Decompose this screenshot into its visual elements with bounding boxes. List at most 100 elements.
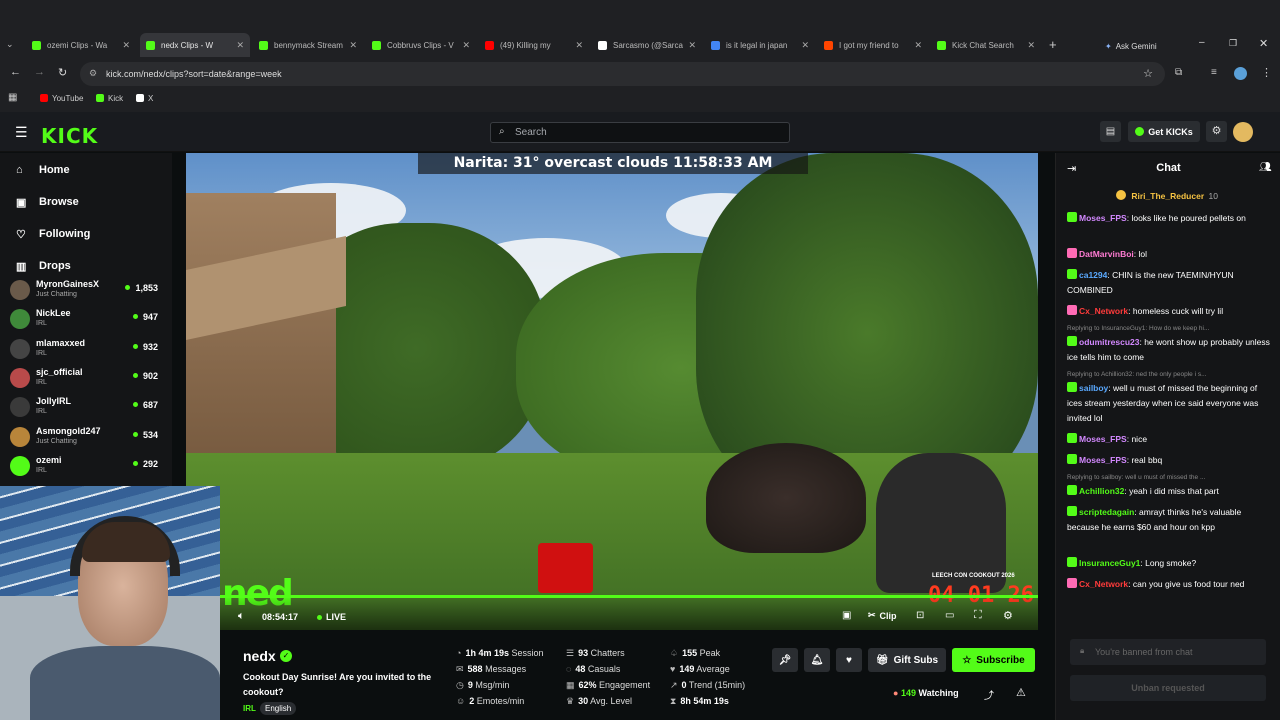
browser-tab[interactable]: I got my friend to ✕ xyxy=(818,33,928,57)
chat-message[interactable]: sailboy: well u must of missed the begin… xyxy=(1067,381,1272,426)
gift-subs-button[interactable]: 🎁︎ Gift Subs xyxy=(868,648,946,672)
followed-channel[interactable]: sjc_official IRL 902 xyxy=(10,365,165,391)
chat-username[interactable]: InsuranceGuy1 xyxy=(1079,558,1140,568)
reload-button[interactable]: ↻ xyxy=(58,66,67,79)
new-tab-button[interactable]: + xyxy=(1049,37,1057,52)
close-tab-icon[interactable]: ✕ xyxy=(1027,40,1035,51)
extensions-icon[interactable]: ⧉ xyxy=(1175,67,1182,78)
close-tab-icon[interactable]: ✕ xyxy=(914,40,922,51)
chat-username[interactable]: Cx_Network xyxy=(1079,579,1128,589)
browser-tab[interactable]: Kick Chat Search ✕ xyxy=(931,33,1041,57)
close-window-button[interactable]: ✕ xyxy=(1259,37,1268,50)
chat-message[interactable]: Moses_FPS: looks like he poured pellets … xyxy=(1067,211,1272,226)
nav-item-drops[interactable]: ▥ Drops xyxy=(16,257,71,275)
browser-tab[interactable]: Cobbruvs Clips - V ✕ xyxy=(366,33,476,57)
chat-username[interactable]: Moses_FPS xyxy=(1079,455,1127,465)
maximize-button[interactable]: ❐ xyxy=(1229,38,1237,49)
address-bar[interactable]: ⚙ kick.com/nedx/clips?sort=date&range=we… xyxy=(80,62,1165,86)
browser-tab[interactable]: bennymack Stream ✕ xyxy=(253,33,363,57)
kick-logo[interactable]: KICK xyxy=(41,124,98,148)
follow-heart-button[interactable]: ♥ xyxy=(836,648,862,672)
browser-tab[interactable]: nedx Clips - W ✕ xyxy=(140,33,250,57)
settings-gear-icon[interactable]: ⚙ xyxy=(1206,121,1227,142)
followed-channel[interactable]: JollyIRL IRL 687 xyxy=(10,394,165,420)
chat-message[interactable]: scriptedagain: amrayt thinks he's valuab… xyxy=(1067,505,1272,535)
followed-channel[interactable]: ozemi IRL 292 xyxy=(10,453,165,479)
followed-channel[interactable]: NickLee IRL 947 xyxy=(10,306,165,332)
captions-icon[interactable]: ⊡ xyxy=(916,610,924,621)
nav-item-following[interactable]: ♡ Following xyxy=(16,225,90,243)
site-info-icon[interactable]: ⚙ xyxy=(89,68,97,79)
chat-username[interactable]: odumitrescu23 xyxy=(1079,337,1139,347)
apps-icon[interactable]: ▦ xyxy=(8,92,17,103)
nav-item-browse[interactable]: ▣ Browse xyxy=(16,193,79,211)
nav-item-home[interactable]: ⌂ Home xyxy=(16,161,70,179)
chat-message[interactable]: Moses_FPS: nice xyxy=(1067,432,1272,447)
close-tab-icon[interactable]: ✕ xyxy=(688,40,696,51)
chat-username[interactable]: Moses_FPS xyxy=(1079,434,1127,444)
chat-users-icon[interactable]: 👥︎ xyxy=(1259,162,1272,173)
pin-button[interactable]: 📌︎ xyxy=(772,648,798,672)
get-kicks-button[interactable]: Get KICKs xyxy=(1128,121,1200,142)
profile-avatar[interactable] xyxy=(1234,67,1247,80)
bookmark-star-icon[interactable]: ☆ xyxy=(1143,67,1153,80)
progress-bar[interactable] xyxy=(216,595,1038,598)
clip-button[interactable]: ✂ Clip xyxy=(868,610,897,621)
layout-toggle-button[interactable]: ▤ xyxy=(1100,121,1121,142)
share-icon[interactable]: ⤴ xyxy=(984,687,994,702)
search-input[interactable]: ⌕ Search xyxy=(490,122,790,143)
close-tab-icon[interactable]: ✕ xyxy=(462,40,470,51)
chat-message[interactable]: DatMarvinBoi: lol xyxy=(1067,247,1272,262)
fullscreen-icon[interactable]: ⛶ xyxy=(974,609,982,622)
chat-username[interactable]: Moses_FPS xyxy=(1079,213,1127,223)
subscribe-button[interactable]: ☆ Subscribe xyxy=(952,648,1035,672)
chat-username[interactable]: scriptedagain xyxy=(1079,507,1134,517)
chat-message[interactable]: Cx_Network: homeless cuck will try lil xyxy=(1067,304,1272,319)
back-button[interactable]: ← xyxy=(10,66,21,78)
minimize-button[interactable]: – xyxy=(1199,37,1205,48)
category-link[interactable]: IRL xyxy=(243,704,256,713)
volume-icon[interactable]: 🔈︎ xyxy=(238,610,245,623)
chat-username[interactable]: Achillion32 xyxy=(1079,486,1124,496)
chat-message[interactable]: Moses_FPS: real bbq xyxy=(1067,453,1272,468)
player-settings-icon[interactable]: ⚙ xyxy=(1003,609,1013,622)
followed-channel[interactable]: MyronGainesX Just Chatting 1,853 xyxy=(10,277,165,303)
bookmark-item[interactable]: Kick xyxy=(96,90,123,106)
bookmark-item[interactable]: YouTube xyxy=(40,90,83,106)
notifications-bell-button[interactable]: 🔔︎ xyxy=(804,648,830,672)
chat-message[interactable]: Cx_Network: can you give us food tour ne… xyxy=(1067,577,1272,592)
unban-requested-button[interactable]: Unban requested xyxy=(1070,675,1266,701)
chat-message[interactable]: ca1294: CHIN is the new TAEMIN/HYUN COMB… xyxy=(1067,268,1272,298)
close-tab-icon[interactable]: ✕ xyxy=(236,40,244,51)
media-icon[interactable]: ≡ xyxy=(1211,67,1217,78)
browser-tab[interactable]: (49) Killing my ✕ xyxy=(479,33,589,57)
chat-username[interactable]: Cx_Network xyxy=(1079,306,1128,316)
channel-name[interactable]: nedx xyxy=(243,648,276,664)
theater-mode-icon[interactable]: ▭ xyxy=(945,610,954,621)
ask-gemini-button[interactable]: ✦ Ask Gemini xyxy=(1105,38,1177,54)
report-icon[interactable]: ⚠ xyxy=(1016,686,1026,699)
menu-toggle-icon[interactable]: ☰ xyxy=(15,124,28,141)
followed-channel[interactable]: Asmongold247 Just Chatting 534 xyxy=(10,424,165,450)
close-tab-icon[interactable]: ✕ xyxy=(575,40,583,51)
close-tab-icon[interactable]: ✕ xyxy=(801,40,809,51)
followed-channel[interactable]: mlamaxxed IRL 932 xyxy=(10,336,165,362)
browser-tab[interactable]: Sarcasmo (@Sarca ✕ xyxy=(592,33,702,57)
chat-username[interactable]: sailboy xyxy=(1079,383,1108,393)
chat-message[interactable]: odumitrescu23: he wont show up probably … xyxy=(1067,335,1272,365)
chat-message[interactable]: InsuranceGuy1: Long smoke? xyxy=(1067,556,1272,571)
browser-tab[interactable]: ozemi Clips - Wa ✕ xyxy=(26,33,136,57)
close-tab-icon[interactable]: ✕ xyxy=(349,40,357,51)
chat-message[interactable]: Achillion32: yeah i did miss that part xyxy=(1067,484,1272,499)
chat-username[interactable]: DatMarvinBoi xyxy=(1079,249,1134,259)
video-player[interactable]: Narita: 31° overcast clouds 11:58:33 AM … xyxy=(186,153,1038,630)
chat-input[interactable]: 🔒︎ You're banned from chat xyxy=(1070,639,1266,665)
menu-icon[interactable]: ⋮ xyxy=(1261,66,1272,79)
bookmark-item[interactable]: X xyxy=(136,90,153,106)
chat-username[interactable]: ca1294 xyxy=(1079,270,1107,280)
close-tab-icon[interactable]: ✕ xyxy=(122,40,130,51)
user-avatar[interactable] xyxy=(1233,122,1253,142)
forward-button[interactable]: → xyxy=(34,66,45,78)
miniplayer-icon[interactable]: ▣ xyxy=(842,610,851,621)
browser-tab[interactable]: is it legal in japan ✕ xyxy=(705,33,815,57)
